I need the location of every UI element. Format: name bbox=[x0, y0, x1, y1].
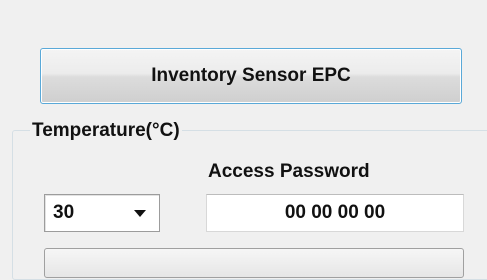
chevron-down-icon[interactable] bbox=[134, 210, 146, 217]
access-password-label: Access Password bbox=[208, 161, 370, 182]
inventory-sensor-epc-button[interactable]: Inventory Sensor EPC bbox=[40, 48, 462, 104]
access-password-input[interactable] bbox=[206, 194, 464, 232]
partial-button[interactable] bbox=[44, 248, 464, 278]
temperature-select[interactable]: 30 bbox=[44, 194, 160, 232]
temperature-select-value: 30 bbox=[53, 202, 75, 223]
temperature-group-legend: Temperature(°C) bbox=[30, 119, 182, 143]
inventory-sensor-epc-label: Inventory Sensor EPC bbox=[151, 65, 351, 86]
